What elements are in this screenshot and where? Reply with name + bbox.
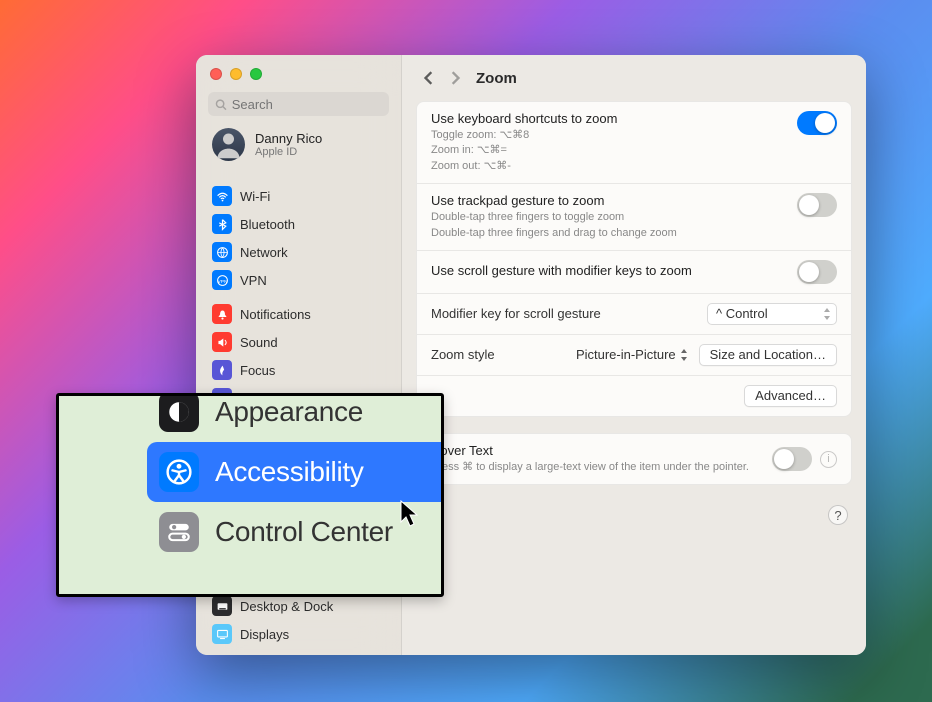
sidebar-item-wi-fi[interactable]: Wi-Fi	[206, 182, 391, 210]
chevron-updown-icon	[679, 349, 689, 361]
main-pane: Zoom Use keyboard shortcuts to zoom Togg…	[401, 55, 866, 655]
user-name: Danny Rico	[255, 131, 322, 146]
zoom-settings-panel: Use keyboard shortcuts to zoom Toggle zo…	[416, 101, 852, 417]
network-icon	[212, 242, 232, 262]
hover-text-title: Hover Text	[431, 443, 772, 458]
minimize-button[interactable]	[230, 68, 242, 80]
cursor-icon	[399, 500, 421, 528]
sound-icon	[212, 332, 232, 352]
svg-text:VPN: VPN	[217, 278, 227, 284]
sidebar-item-bluetooth[interactable]: Bluetooth	[206, 210, 391, 238]
zoom-style-value: Picture-in-Picture	[576, 347, 676, 362]
control-center-icon	[159, 512, 199, 552]
pip-item-accessibility[interactable]: Accessibility	[147, 442, 444, 502]
modifier-key-row: Modifier key for scroll gesture ^ Contro…	[417, 294, 851, 335]
sidebar-item-displays[interactable]: Displays	[206, 620, 391, 648]
trackpad-gesture-desc2: Double-tap three fingers and drag to cha…	[431, 226, 797, 241]
focus-icon	[212, 360, 232, 380]
scroll-gesture-row: Use scroll gesture with modifier keys to…	[417, 251, 851, 294]
shortcut-zoom-in: Zoom in: ⌥⌘=	[431, 143, 797, 158]
sidebar-item-label: Sound	[240, 335, 278, 350]
chevron-updown-icon	[822, 308, 832, 320]
trackpad-gesture-row: Use trackpad gesture to zoom Double-tap …	[417, 184, 851, 251]
modifier-key-value: ^ Control	[716, 306, 768, 321]
keyboard-shortcuts-row: Use keyboard shortcuts to zoom Toggle zo…	[417, 102, 851, 184]
maximize-button[interactable]	[250, 68, 262, 80]
titlebar: Zoom	[402, 55, 866, 97]
help-button[interactable]: ?	[828, 505, 848, 525]
zoom-style-row: Zoom style Picture-in-Picture Size and L…	[417, 335, 851, 376]
hover-text-desc: Press ⌘ to display a large-text view of …	[431, 460, 772, 475]
pip-zoom-window: Appearance Accessibility Control Center	[56, 393, 444, 597]
forward-button[interactable]	[446, 69, 464, 87]
pip-item-label: Control Center	[215, 516, 393, 548]
sidebar-item-focus[interactable]: Focus	[206, 356, 391, 384]
sidebar-item-sound[interactable]: Sound	[206, 328, 391, 356]
sidebar-item-notifications[interactable]: Notifications	[206, 300, 391, 328]
modifier-key-select[interactable]: ^ Control	[707, 303, 837, 325]
shortcut-zoom-out: Zoom out: ⌥⌘-	[431, 159, 797, 174]
shortcut-toggle-zoom: Toggle zoom: ⌥⌘8	[431, 128, 797, 143]
modifier-key-label: Modifier key for scroll gesture	[431, 306, 601, 321]
displays-icon	[212, 624, 232, 644]
appearance-icon	[159, 393, 199, 432]
accessibility-icon	[159, 452, 199, 492]
sidebar-item-vpn[interactable]: VPN VPN	[206, 266, 391, 294]
search-field[interactable]	[208, 92, 389, 116]
pip-item-label: Accessibility	[215, 456, 364, 488]
wifi-icon	[212, 186, 232, 206]
bell-icon	[212, 304, 232, 324]
trackpad-gesture-desc1: Double-tap three fingers to toggle zoom	[431, 210, 797, 225]
sidebar-item-network[interactable]: Network	[206, 238, 391, 266]
hover-text-toggle[interactable]	[772, 447, 812, 471]
dock-icon	[212, 596, 232, 616]
vpn-icon: VPN	[212, 270, 232, 290]
apple-id-row[interactable]: Danny Rico Apple ID	[206, 123, 391, 166]
keyboard-shortcuts-title: Use keyboard shortcuts to zoom	[431, 111, 797, 126]
search-input[interactable]	[232, 97, 382, 112]
info-icon[interactable]: i	[820, 451, 837, 468]
scroll-gesture-toggle[interactable]	[797, 260, 837, 284]
sidebar-item-label: Focus	[240, 363, 275, 378]
sidebar-item-label: Desktop & Dock	[240, 599, 333, 614]
advanced-button[interactable]: Advanced…	[744, 385, 837, 407]
close-button[interactable]	[210, 68, 222, 80]
window-controls	[206, 62, 391, 92]
user-subtitle: Apple ID	[255, 146, 322, 158]
back-button[interactable]	[420, 69, 438, 87]
trackpad-gesture-toggle[interactable]	[797, 193, 837, 217]
sidebar-item-label: VPN	[240, 273, 267, 288]
avatar	[212, 128, 245, 161]
keyboard-shortcuts-toggle[interactable]	[797, 111, 837, 135]
sidebar-item-label: Notifications	[240, 307, 311, 322]
sidebar-item-label: Network	[240, 245, 288, 260]
hover-text-row: Hover Text Press ⌘ to display a large-te…	[417, 434, 851, 484]
sidebar-item-label: Displays	[240, 627, 289, 642]
size-location-button[interactable]: Size and Location…	[699, 344, 837, 366]
zoom-style-popup[interactable]: Picture-in-Picture	[576, 347, 689, 362]
pip-item-label: Appearance	[215, 396, 363, 428]
page-title: Zoom	[476, 70, 517, 87]
scroll-gesture-title: Use scroll gesture with modifier keys to…	[431, 263, 797, 278]
bluetooth-icon	[212, 214, 232, 234]
sidebar-item-label: Wi-Fi	[240, 189, 270, 204]
hover-text-panel: Hover Text Press ⌘ to display a large-te…	[416, 433, 852, 485]
pip-item-appearance[interactable]: Appearance	[147, 393, 444, 442]
trackpad-gesture-title: Use trackpad gesture to zoom	[431, 193, 797, 208]
search-icon	[215, 98, 227, 111]
zoom-style-label: Zoom style	[431, 347, 576, 362]
advanced-row: Advanced…	[417, 376, 851, 416]
sidebar-item-label: Bluetooth	[240, 217, 295, 232]
